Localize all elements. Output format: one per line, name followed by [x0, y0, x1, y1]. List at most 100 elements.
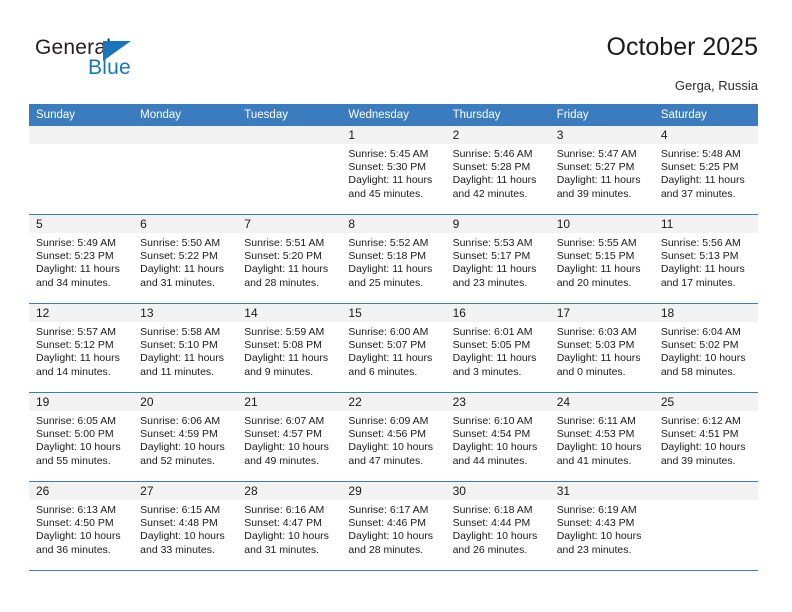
calendar-day-cell[interactable]: 28 Sunrise: 6:16 AM Sunset: 4:47 PM Dayligh…	[237, 482, 342, 570]
daylight-text: Daylight: 10 hours and 55 minutes.	[36, 441, 121, 467]
day-details: Sunrise: 6:01 AM Sunset: 5:05 PM Daylight:…	[446, 322, 550, 379]
calendar-day-cell[interactable]: 10 Sunrise: 5:55 AM Sunset: 5:15 PM Dayligh…	[549, 215, 654, 303]
calendar-day-cell[interactable]: 5 Sunrise: 5:49 AM Sunset: 5:23 PM Daylight…	[29, 215, 134, 303]
sunrise-text: Sunrise: 6:15 AM	[140, 504, 221, 516]
calendar-day-cell[interactable]: 3 Sunrise: 5:47 AM Sunset: 5:27 PM Daylight…	[549, 126, 654, 214]
weekday-header-saturday: Saturday	[653, 104, 758, 126]
calendar-day-cell[interactable]: 31 Sunrise: 6:19 AM Sunset: 4:43 PM Dayligh…	[549, 482, 654, 570]
calendar-day-cell[interactable]: 21 Sunrise: 6:07 AM Sunset: 4:57 PM Dayligh…	[237, 393, 342, 481]
sunrise-text: Sunrise: 5:51 AM	[244, 237, 325, 249]
calendar-cell-empty	[133, 126, 238, 214]
calendar-day-cell[interactable]: 29 Sunrise: 6:17 AM Sunset: 4:46 PM Dayligh…	[341, 482, 446, 570]
day-details: Sunrise: 5:51 AM Sunset: 5:20 PM Daylight:…	[237, 233, 341, 290]
sunset-text: Sunset: 5:18 PM	[348, 250, 427, 263]
day-number: 2	[445, 126, 550, 144]
daylight-text: Daylight: 11 hours and 42 minutes.	[452, 174, 537, 200]
sunrise-text: Sunrise: 5:45 AM	[348, 148, 429, 160]
sunrise-sunset-calendar: Sunday Monday Tuesday Wednesday Thursday Frid…	[29, 104, 758, 571]
sunset-text: Sunset: 5:23 PM	[36, 250, 114, 263]
calendar-day-cell[interactable]: 14 Sunrise: 5:59 AM Sunset: 5:08 PM Dayligh…	[237, 304, 342, 392]
day-details: Sunrise: 6:18 AM Sunset: 4:44 PM Daylight:…	[446, 500, 550, 557]
sunrise-text: Sunrise: 5:52 AM	[348, 237, 429, 249]
calendar-day-cell[interactable]: 2 Sunrise: 5:46 AM Sunset: 5:28 PM Daylight…	[445, 126, 550, 214]
calendar-day-cell[interactable]: 20 Sunrise: 6:06 AM Sunset: 4:59 PM Dayligh…	[133, 393, 238, 481]
sunrise-text: Sunrise: 6:06 AM	[140, 415, 221, 427]
daylight-text: Daylight: 10 hours and 28 minutes.	[348, 530, 434, 556]
daylight-text: Daylight: 10 hours and 41 minutes.	[556, 441, 642, 467]
calendar-day-cell[interactable]: 27 Sunrise: 6:15 AM Sunset: 4:48 PM Dayligh…	[133, 482, 238, 570]
calendar-day-cell[interactable]: 23 Sunrise: 6:10 AM Sunset: 4:54 PM Dayligh…	[445, 393, 550, 481]
day-details: Sunrise: 6:06 AM Sunset: 4:59 PM Daylight:…	[133, 411, 237, 468]
calendar-day-cell[interactable]: 1 Sunrise: 5:45 AM Sunset: 5:30 PM Daylight…	[341, 126, 446, 214]
calendar-day-cell[interactable]: 26 Sunrise: 6:13 AM Sunset: 4:50 PM Dayligh…	[29, 482, 134, 570]
sunset-text: Sunset: 5:27 PM	[556, 161, 635, 174]
sunset-text: Sunset: 5:15 PM	[556, 250, 635, 263]
calendar-day-cell[interactable]: 12 Sunrise: 5:57 AM Sunset: 5:12 PM Dayligh…	[29, 304, 134, 392]
calendar-day-cell[interactable]: 18 Sunrise: 6:04 AM Sunset: 5:02 PM Dayligh…	[653, 304, 758, 392]
daylight-text: Daylight: 11 hours and 25 minutes.	[348, 263, 433, 289]
calendar-day-cell[interactable]: 30 Sunrise: 6:18 AM Sunset: 4:44 PM Dayligh…	[445, 482, 550, 570]
day-number: 31	[549, 482, 654, 500]
daylight-text: Daylight: 10 hours and 31 minutes.	[244, 530, 329, 556]
day-number: 7	[237, 215, 342, 233]
sunrise-text: Sunrise: 5:47 AM	[556, 148, 637, 160]
sunrise-text: Sunrise: 5:46 AM	[452, 148, 533, 160]
daylight-text: Daylight: 11 hours and 34 minutes.	[36, 263, 120, 289]
daylight-text: Daylight: 10 hours and 23 minutes.	[556, 530, 642, 556]
sunrise-text: Sunrise: 5:49 AM	[36, 237, 116, 249]
calendar-day-cell[interactable]: 15 Sunrise: 6:00 AM Sunset: 5:07 PM Dayligh…	[341, 304, 446, 392]
sunrise-text: Sunrise: 5:55 AM	[556, 237, 637, 249]
daylight-text: Daylight: 10 hours and 33 minutes.	[140, 530, 225, 556]
day-details: Sunrise: 5:50 AM Sunset: 5:22 PM Daylight:…	[133, 233, 237, 290]
sunset-text: Sunset: 5:25 PM	[660, 161, 739, 174]
general-blue-logo[interactable]: General Blue	[35, 36, 215, 88]
calendar-day-cell[interactable]: 11 Sunrise: 5:56 AM Sunset: 5:13 PM Dayligh…	[653, 215, 758, 303]
weekday-header-tuesday: Tuesday	[237, 104, 342, 126]
calendar-day-cell[interactable]: 16 Sunrise: 6:01 AM Sunset: 5:05 PM Dayligh…	[445, 304, 550, 392]
day-details: Sunrise: 6:17 AM Sunset: 4:46 PM Daylight:…	[341, 500, 445, 557]
calendar-day-cell[interactable]: 17 Sunrise: 6:03 AM Sunset: 5:03 PM Dayligh…	[549, 304, 654, 392]
calendar-day-cell[interactable]: 19 Sunrise: 6:05 AM Sunset: 5:00 PM Dayligh…	[29, 393, 134, 481]
sunrise-text: Sunrise: 6:07 AM	[244, 415, 325, 427]
sunset-text: Sunset: 5:30 PM	[348, 161, 427, 174]
day-number: 18	[653, 304, 758, 322]
sunrise-text: Sunrise: 6:17 AM	[348, 504, 429, 516]
day-number: 24	[549, 393, 654, 411]
day-number: 4	[653, 126, 758, 144]
daylight-text: Daylight: 10 hours and 52 minutes.	[140, 441, 225, 467]
sunrise-text: Sunrise: 6:10 AM	[452, 415, 533, 427]
calendar-day-cell[interactable]: 13 Sunrise: 5:58 AM Sunset: 5:10 PM Dayligh…	[133, 304, 238, 392]
daylight-text: Daylight: 11 hours and 17 minutes.	[660, 263, 745, 289]
daylight-text: Daylight: 10 hours and 26 minutes.	[452, 530, 538, 556]
day-number: 6	[133, 215, 238, 233]
logo-text-blue: Blue	[88, 56, 131, 79]
day-number: 3	[549, 126, 654, 144]
calendar-cell-empty	[237, 126, 342, 214]
sunrise-text: Sunrise: 5:56 AM	[660, 237, 741, 249]
daylight-text: Daylight: 11 hours and 20 minutes.	[556, 263, 641, 289]
daylight-text: Daylight: 11 hours and 28 minutes.	[244, 263, 329, 289]
calendar-day-cell[interactable]: 8 Sunrise: 5:52 AM Sunset: 5:18 PM Daylight…	[341, 215, 446, 303]
calendar-day-cell[interactable]: 22 Sunrise: 6:09 AM Sunset: 4:56 PM Dayligh…	[341, 393, 446, 481]
day-details: Sunrise: 5:59 AM Sunset: 5:08 PM Daylight:…	[237, 322, 341, 379]
day-number: 25	[653, 393, 758, 411]
calendar-day-cell[interactable]: 25 Sunrise: 6:12 AM Sunset: 4:51 PM Dayligh…	[653, 393, 758, 481]
calendar-week-row: 1 Sunrise: 5:45 AM Sunset: 5:30 PM Daylight…	[29, 126, 758, 215]
sunrise-text: Sunrise: 6:01 AM	[452, 326, 533, 338]
sunrise-text: Sunrise: 5:53 AM	[452, 237, 533, 249]
day-number: 17	[549, 304, 654, 322]
weekday-header-thursday: Thursday	[445, 104, 550, 126]
sunset-text: Sunset: 5:17 PM	[452, 250, 531, 263]
calendar-day-cell[interactable]: 7 Sunrise: 5:51 AM Sunset: 5:20 PM Daylight…	[237, 215, 342, 303]
sunrise-text: Sunrise: 6:19 AM	[556, 504, 637, 516]
calendar-day-cell[interactable]: 4 Sunrise: 5:48 AM Sunset: 5:25 PM Daylight…	[653, 126, 758, 214]
sunrise-text: Sunrise: 6:12 AM	[660, 415, 741, 427]
calendar-day-cell[interactable]: 24 Sunrise: 6:11 AM Sunset: 4:53 PM Dayligh…	[549, 393, 654, 481]
calendar-day-cell[interactable]: 6 Sunrise: 5:50 AM Sunset: 5:22 PM Daylight…	[133, 215, 238, 303]
sunset-text: Sunset: 5:13 PM	[660, 250, 739, 263]
sunset-text: Sunset: 5:02 PM	[660, 339, 739, 352]
sunset-text: Sunset: 5:10 PM	[140, 339, 218, 352]
sunrise-text: Sunrise: 6:09 AM	[348, 415, 429, 427]
day-number: 30	[445, 482, 550, 500]
calendar-day-cell[interactable]: 9 Sunrise: 5:53 AM Sunset: 5:17 PM Daylight…	[445, 215, 550, 303]
